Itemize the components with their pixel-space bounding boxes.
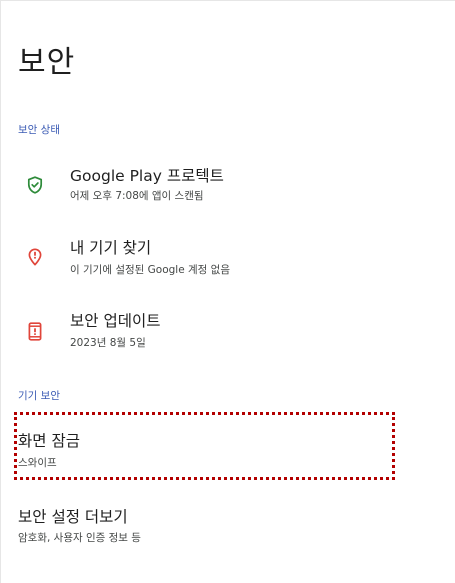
settings-item-find-device[interactable]: 내 기기 찾기 이 기기에 설정된 Google 계정 없음 <box>1 223 455 285</box>
page-title: 보안 <box>18 45 76 80</box>
play-protect-title: Google Play 프로텍트 <box>70 167 224 185</box>
section-header-device-security: 기기 보안 <box>18 390 60 402</box>
highlight-box <box>14 412 395 480</box>
find-device-title: 내 기기 찾기 <box>70 239 152 257</box>
more-security-subtitle: 암호화, 사용자 인증 정보 등 <box>18 532 141 544</box>
phone-alert-icon <box>25 321 45 341</box>
shield-check-icon <box>25 175 45 195</box>
security-update-subtitle: 2023년 8월 5일 <box>70 337 146 349</box>
play-protect-subtitle: 어제 오후 7:08에 앱이 스캔됨 <box>70 190 204 202</box>
security-settings-screen: 보안 보안 상태 Google Play 프로텍트 어제 오후 7:08에 앱이… <box>0 0 455 583</box>
location-alert-icon <box>25 247 45 267</box>
security-update-title: 보안 업데이트 <box>70 312 161 330</box>
section-header-security-status: 보안 상태 <box>18 124 60 136</box>
settings-item-security-update[interactable]: 보안 업데이트 2023년 8월 5일 <box>1 297 455 359</box>
find-device-subtitle: 이 기기에 설정된 Google 계정 없음 <box>70 264 230 276</box>
settings-item-more-security[interactable]: 보안 설정 더보기 암호화, 사용자 인증 정보 등 <box>1 491 455 553</box>
settings-item-play-protect[interactable]: Google Play 프로텍트 어제 오후 7:08에 앱이 스캔됨 <box>1 151 455 213</box>
more-security-title: 보안 설정 더보기 <box>18 508 128 526</box>
